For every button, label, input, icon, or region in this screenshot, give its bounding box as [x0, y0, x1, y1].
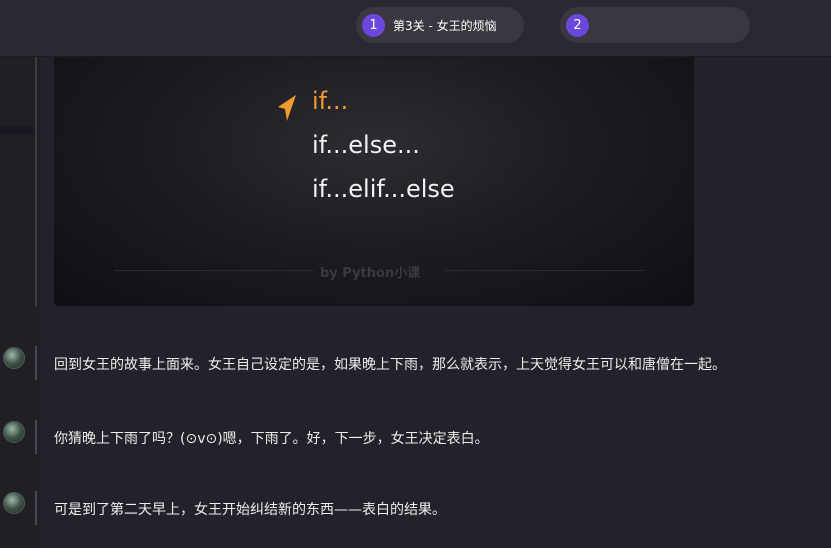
message-text: 可是到了第二天早上，女王开始纠结新的东西——表白的结果。: [54, 502, 446, 518]
message-quote-border: [35, 420, 37, 454]
level-tab-2[interactable]: 2: [560, 7, 750, 43]
watermark-divider-left: [114, 270, 314, 271]
message-quote-border: [35, 491, 37, 525]
message-text: 你猜晚上下雨了吗？(⊙v⊙)嗯，下雨了。好，下一步，女王决定表白。: [54, 431, 489, 447]
cursor-arrow-icon: [278, 95, 296, 121]
code-line-if-else: if...else...: [312, 131, 420, 159]
watermark: by Python小课: [320, 266, 421, 281]
code-line-if: if...: [312, 87, 349, 115]
step-number-badge: 2: [566, 13, 589, 37]
message-quote-border: [35, 346, 37, 380]
watermark-divider-right: [444, 270, 644, 271]
avatar: [3, 421, 25, 443]
chat-message: 回到女王的故事上面来。女王自己设定的是，如果晚上下雨，那么就表示，上天觉得女王可…: [0, 343, 831, 383]
strip-divider: [0, 127, 37, 135]
chat-message: 可是到了第二天早上，女王开始纠结新的东西——表白的结果。: [0, 488, 831, 528]
level-title: 第3关 - 女王的烦恼: [393, 18, 497, 33]
chat-message: 你猜晚上下雨了吗？(⊙v⊙)嗯，下雨了。好，下一步，女王决定表白。: [0, 417, 831, 457]
message-text: 回到女王的故事上面来。女王自己设定的是，如果晚上下雨，那么就表示，上天觉得女王可…: [54, 357, 726, 373]
message-quote-border: [35, 57, 37, 306]
code-line-if-elif-else: if...elif...else: [312, 175, 455, 203]
top-bar: 1 第3关 - 女王的烦恼 2: [0, 0, 831, 57]
avatar: [3, 492, 25, 514]
step-number-badge: 1: [362, 13, 385, 37]
level-tab-1[interactable]: 1 第3关 - 女王的烦恼: [356, 7, 524, 43]
left-strip: [0, 57, 40, 548]
lesson-slide-image: if... if...else... if...elif...else by P…: [54, 57, 694, 306]
avatar: [3, 347, 25, 369]
